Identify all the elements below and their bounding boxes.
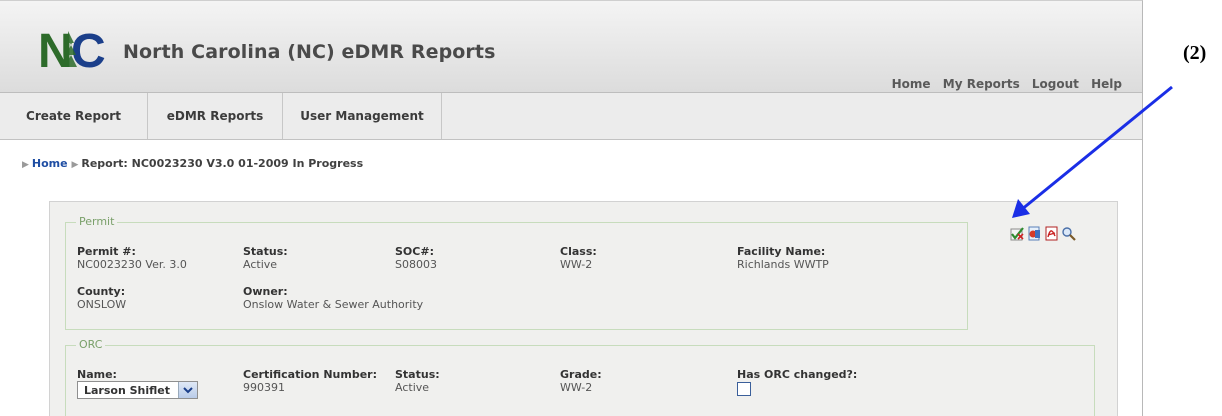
facility-name-value: Richlands WWTP [737,258,829,271]
owner-label: Owner: [243,285,288,298]
orc-legend: ORC [76,338,106,351]
certification-number-label: Certification Number: [243,368,377,381]
tab-create-report[interactable]: Create Report [0,93,148,139]
pdf-icon[interactable] [1044,226,1059,241]
class-label: Class: [560,245,597,258]
chevron-down-icon[interactable] [178,382,197,398]
header: N C North Carolina (NC) eDMR Reports Hom… [0,1,1142,93]
permit-number-value: NC0023230 Ver. 3.0 [77,258,187,271]
county-value: ONSLOW [77,298,127,311]
breadcrumb: ▶ Home ▶ Report: NC0023230 V3.0 01-2009 In… [22,157,363,170]
breadcrumb-arrow-icon: ▶ [71,160,79,170]
class-value: WW-2 [560,258,593,271]
orc-status-value: Active [395,381,430,394]
soc-value: S08003 [395,258,437,271]
certification-number-value: 990391 [243,381,285,394]
breadcrumb-arrow-icon: ▶ [22,160,29,170]
breadcrumb-home-link[interactable]: Home [32,157,68,170]
soc-label: SOC#: [395,245,434,258]
check-report-icon[interactable] [1010,226,1025,241]
top-nav: Home My Reports Logout Help [884,77,1122,91]
annotation-label: (2) [1183,42,1207,64]
save-report-icon[interactable] [1027,226,1042,241]
nc-logo[interactable]: N C [38,23,108,78]
permit-status-label: Status: [243,245,288,258]
permit-number-label: Permit #: [77,245,136,258]
tab-user-management[interactable]: User Management [283,93,442,139]
county-label: County: [77,285,126,298]
grade-value: WW-2 [560,381,593,394]
report-content: Permit Permit #: NC0023230 Ver. 3.0 Stat… [49,201,1118,416]
orc-name-label: Name: [77,368,117,381]
app-window: N C North Carolina (NC) eDMR Reports Hom… [0,0,1143,416]
top-link-my-reports[interactable]: My Reports [943,77,1020,91]
orc-section: ORC Name: Larson Shiflet Certification N… [65,338,1095,416]
orc-name-select[interactable]: Larson Shiflet [77,381,198,399]
permit-status-value: Active [243,258,278,271]
top-link-home[interactable]: Home [892,77,931,91]
top-link-logout[interactable]: Logout [1032,77,1079,91]
breadcrumb-current: Report: NC0023230 V3.0 01-2009 In Progre… [81,157,364,170]
grade-label: Grade: [560,368,602,381]
orc-changed-checkbox[interactable] [737,382,751,396]
permit-legend: Permit [76,215,118,228]
app-title: North Carolina (NC) eDMR Reports [123,41,496,63]
search-icon[interactable] [1061,226,1076,241]
facility-name-label: Facility Name: [737,245,826,258]
orc-name-selected: Larson Shiflet [84,384,171,397]
owner-value: Onslow Water & Sewer Authority [243,298,424,311]
top-link-help[interactable]: Help [1091,77,1122,91]
orc-changed-label: Has ORC changed?: [737,368,858,381]
tab-bar: Create Report eDMR Reports User Manageme… [0,93,1142,140]
tab-edmr-reports[interactable]: eDMR Reports [148,93,283,139]
permit-section: Permit Permit #: NC0023230 Ver. 3.0 Stat… [65,215,968,330]
orc-status-label: Status: [395,368,440,381]
